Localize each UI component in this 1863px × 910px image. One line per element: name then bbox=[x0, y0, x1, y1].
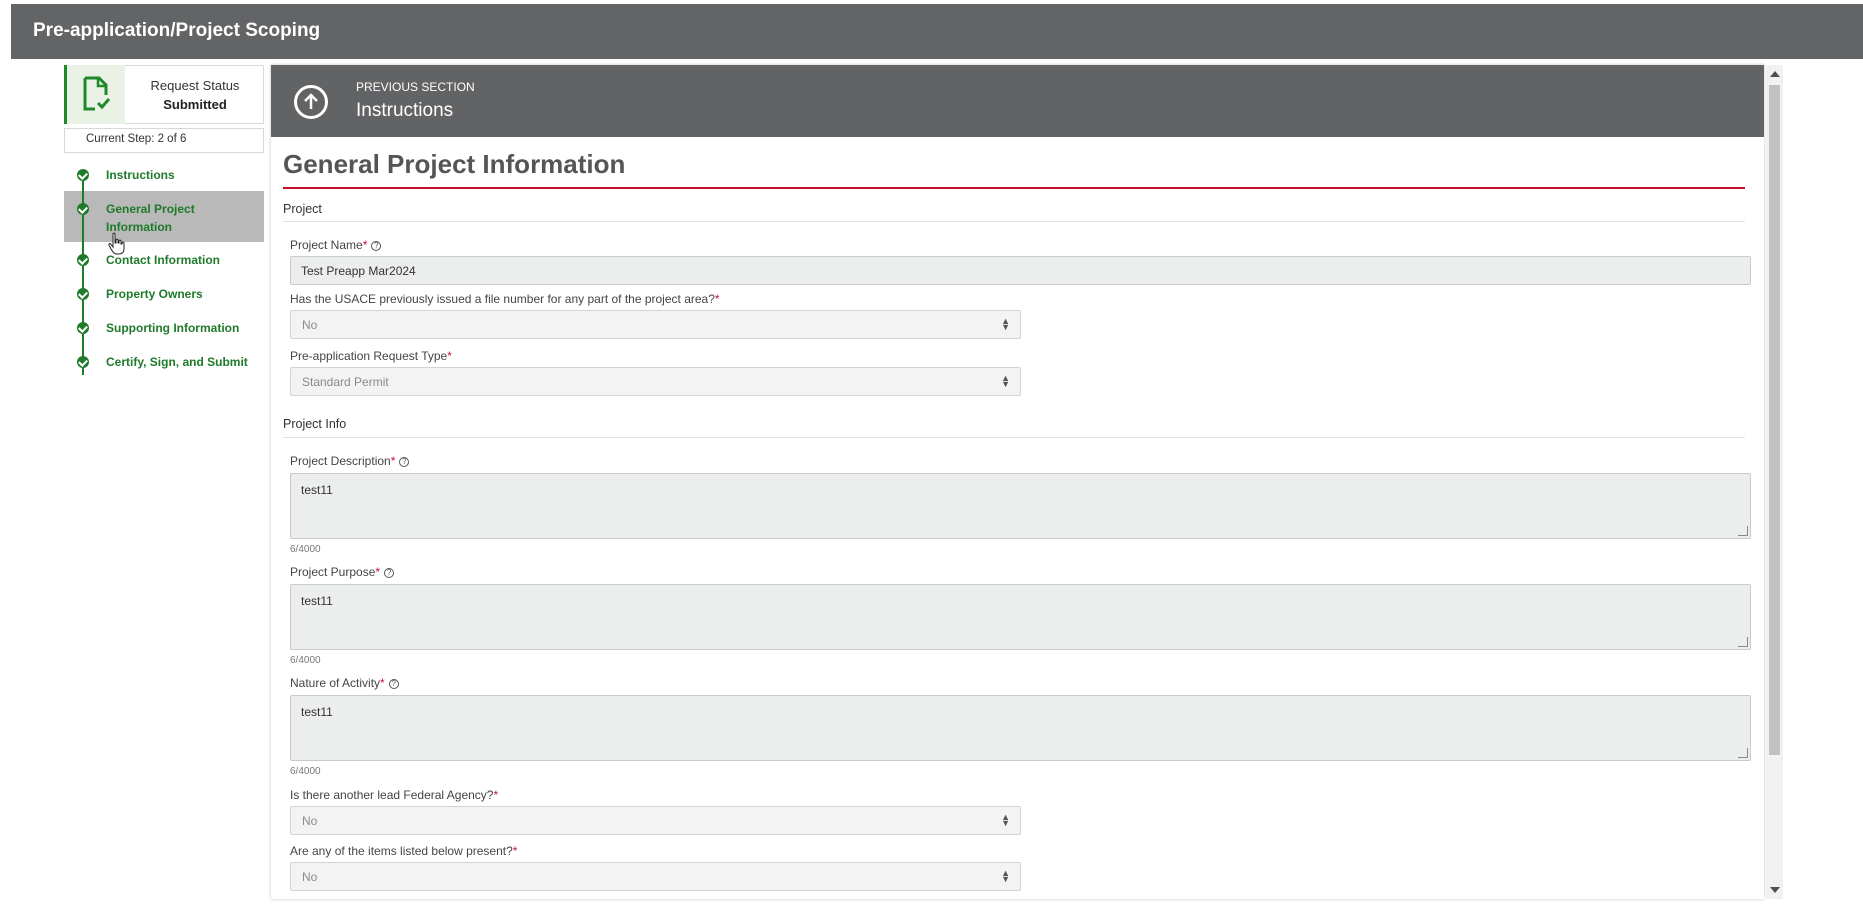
scroll-down-icon[interactable] bbox=[1770, 887, 1780, 893]
previous-section-name: Instructions bbox=[356, 100, 454, 121]
char-counter: 6/4000 bbox=[290, 544, 321, 555]
page-title: Pre-application/Project Scoping bbox=[33, 20, 321, 41]
check-circle-icon bbox=[77, 254, 89, 266]
resize-grip-icon[interactable] bbox=[1738, 637, 1748, 647]
previous-section-caption: PREVIOUS SECTION bbox=[356, 80, 475, 94]
check-circle-icon bbox=[77, 288, 89, 300]
form-panel: PREVIOUS SECTION Instructions General Pr… bbox=[271, 65, 1764, 899]
previous-section-nav[interactable]: PREVIOUS SECTION Instructions bbox=[271, 65, 1764, 137]
check-circle-icon bbox=[77, 356, 89, 368]
file-number-label: Has the USACE previously issued a file n… bbox=[290, 292, 720, 306]
current-step-indicator: Current Step: 2 of 6 bbox=[64, 128, 264, 153]
help-icon[interactable]: ? bbox=[388, 678, 399, 689]
help-icon[interactable]: ? bbox=[371, 240, 382, 251]
resize-grip-icon[interactable] bbox=[1738, 526, 1748, 536]
help-icon[interactable]: ? bbox=[399, 456, 410, 467]
check-circle-icon bbox=[77, 322, 89, 334]
request-type-label: Pre-application Request Type* bbox=[290, 349, 452, 363]
nature-of-activity-textarea[interactable]: test11 bbox=[290, 695, 1751, 761]
check-circle-icon bbox=[77, 203, 89, 215]
arrow-up-circle-icon bbox=[294, 85, 328, 119]
top-header-bar: Pre-application/Project Scoping bbox=[11, 4, 1863, 59]
lead-agency-select[interactable]: No ▲ ▼ bbox=[290, 806, 1021, 835]
divider bbox=[283, 221, 1745, 222]
subsection-project-info: Project Info bbox=[283, 417, 347, 431]
step-label: Property Owners bbox=[106, 287, 203, 301]
step-label: Certify, Sign, and Submit bbox=[106, 355, 248, 369]
request-status-label: Request Status bbox=[150, 78, 240, 93]
step-label: Supporting Information bbox=[106, 321, 240, 335]
hand-cursor-icon bbox=[108, 232, 125, 255]
check-circle-icon bbox=[77, 169, 89, 181]
file-number-select[interactable]: No ▲ ▼ bbox=[290, 310, 1021, 339]
vertical-scrollbar[interactable] bbox=[1766, 65, 1783, 899]
request-type-select[interactable]: Standard Permit ▲ ▼ bbox=[290, 367, 1021, 396]
document-check-icon bbox=[64, 65, 125, 124]
section-title: General Project Information bbox=[283, 149, 626, 179]
project-purpose-textarea[interactable]: test11 bbox=[290, 584, 1751, 650]
items-present-label: Are any of the items listed below presen… bbox=[290, 844, 518, 858]
select-arrows-icon: ▲ ▼ bbox=[1001, 812, 1010, 828]
items-present-select[interactable]: No ▲ ▼ bbox=[290, 862, 1021, 891]
title-divider bbox=[283, 187, 1745, 189]
select-arrows-icon: ▲ ▼ bbox=[1001, 316, 1010, 332]
divider bbox=[283, 437, 1745, 438]
scroll-up-icon[interactable] bbox=[1770, 71, 1780, 77]
project-purpose-label: Project Purpose*? bbox=[290, 565, 395, 579]
project-name-label: Project Name*? bbox=[290, 238, 382, 252]
resize-grip-icon[interactable] bbox=[1738, 748, 1748, 758]
project-description-textarea[interactable]: test11 bbox=[290, 473, 1751, 539]
select-arrows-icon: ▲ ▼ bbox=[1001, 373, 1010, 389]
project-description-label: Project Description*? bbox=[290, 454, 410, 468]
step-label: Instructions bbox=[106, 168, 175, 182]
help-icon[interactable]: ? bbox=[384, 567, 395, 578]
char-counter: 6/4000 bbox=[290, 766, 321, 777]
project-name-input[interactable]: Test Preapp Mar2024 bbox=[290, 256, 1751, 285]
scrollbar-thumb[interactable] bbox=[1769, 85, 1780, 755]
subsection-project: Project bbox=[283, 202, 322, 216]
request-status-card: Request Status Submitted bbox=[64, 65, 264, 124]
char-counter: 6/4000 bbox=[290, 655, 321, 666]
select-arrows-icon: ▲ ▼ bbox=[1001, 868, 1010, 884]
request-status-value: Submitted bbox=[163, 97, 227, 112]
step-label: General Project Information bbox=[106, 202, 195, 234]
nature-of-activity-label: Nature of Activity*? bbox=[290, 676, 399, 690]
lead-agency-label: Is there another lead Federal Agency?* bbox=[290, 788, 499, 802]
